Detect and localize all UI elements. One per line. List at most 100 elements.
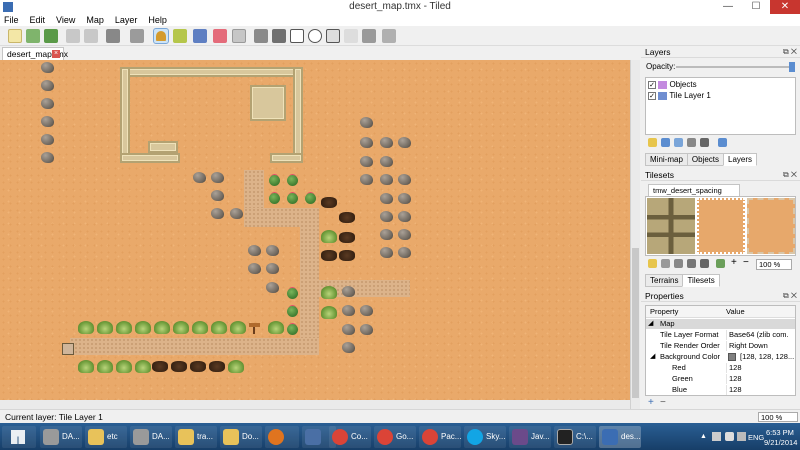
tab-mini-map[interactable]: Mini-map bbox=[645, 153, 688, 166]
maximize-button[interactable]: ☐ bbox=[746, 0, 766, 14]
tileset-zoom-select[interactable]: 100 % bbox=[756, 259, 792, 270]
add-layer-icon[interactable] bbox=[648, 138, 657, 147]
taskbar-item[interactable]: Sky... bbox=[464, 426, 506, 448]
tileset-view[interactable] bbox=[645, 196, 796, 256]
import-tileset-icon[interactable] bbox=[661, 259, 670, 268]
scroll-thumb[interactable] bbox=[632, 248, 639, 398]
save-icon[interactable] bbox=[44, 29, 58, 43]
minimize-button[interactable]: — bbox=[718, 0, 738, 14]
tileset-tile[interactable] bbox=[647, 198, 695, 254]
opacity-slider-handle[interactable] bbox=[789, 62, 795, 72]
property-row[interactable]: ◢ Background Color [128, 128, 128... bbox=[646, 352, 794, 362]
delete-tileset-icon[interactable] bbox=[700, 259, 709, 268]
collapse-icon[interactable]: ◢ bbox=[648, 319, 653, 329]
delete-layer-icon[interactable] bbox=[700, 138, 709, 147]
new-map-icon[interactable] bbox=[8, 29, 22, 43]
tab-terrains[interactable]: Terrains bbox=[645, 274, 684, 287]
bucket-fill-icon[interactable] bbox=[193, 29, 207, 43]
remove-property-icon[interactable]: − bbox=[660, 397, 666, 408]
panel-float-close-icon[interactable]: ⧉ ✕ bbox=[783, 46, 797, 58]
menu-view[interactable]: View bbox=[56, 14, 75, 26]
taskbar-item[interactable]: Pac... bbox=[419, 426, 461, 448]
close-button[interactable]: ✕ bbox=[770, 0, 800, 14]
add-icon[interactable]: + bbox=[731, 257, 737, 268]
start-button[interactable] bbox=[2, 426, 36, 448]
taskbar-item[interactable]: etc bbox=[85, 426, 127, 448]
layer-row-tile-layer-1[interactable]: ✓ Tile Layer 1 bbox=[648, 91, 711, 101]
export-tileset-icon[interactable] bbox=[674, 259, 683, 268]
visibility-checkbox[interactable]: ✓ bbox=[648, 80, 656, 89]
menu-edit[interactable]: Edit bbox=[30, 14, 46, 26]
open-icon[interactable] bbox=[26, 29, 40, 43]
redo-icon[interactable] bbox=[84, 29, 98, 43]
insert-tile-icon[interactable] bbox=[362, 29, 376, 43]
taskbar-item[interactable] bbox=[265, 426, 299, 448]
select-objects-icon[interactable] bbox=[254, 29, 268, 43]
property-row[interactable]: Blue 128 bbox=[646, 385, 786, 395]
layer-row-objects[interactable]: ✓ Objects bbox=[648, 80, 697, 90]
tileset-tile[interactable] bbox=[747, 198, 795, 254]
taskbar-item[interactable]: Go... bbox=[374, 426, 416, 448]
move-down-icon[interactable] bbox=[674, 138, 683, 147]
language-indicator[interactable]: ENG bbox=[748, 433, 764, 442]
zoom-select[interactable]: 100 % bbox=[758, 412, 798, 422]
power-icon[interactable] bbox=[737, 432, 746, 441]
taskbar-item[interactable]: Jav... bbox=[509, 426, 551, 448]
tileset-properties-icon[interactable] bbox=[687, 259, 696, 268]
visibility-checkbox[interactable]: ✓ bbox=[648, 91, 656, 100]
clock-time[interactable]: 6:53 PM bbox=[766, 428, 794, 437]
tileset-tile[interactable] bbox=[697, 198, 745, 254]
random-mode-icon[interactable] bbox=[106, 29, 120, 43]
vertical-scrollbar[interactable] bbox=[630, 60, 640, 409]
insert-rectangle-icon[interactable] bbox=[290, 29, 304, 43]
stamp-brush-icon[interactable] bbox=[130, 29, 144, 43]
property-row[interactable]: Red 128 bbox=[646, 363, 786, 373]
duplicate-layer-icon[interactable] bbox=[687, 138, 696, 147]
remove-icon[interactable]: − bbox=[743, 257, 749, 268]
map-canvas[interactable] bbox=[0, 60, 630, 409]
taskbar-item[interactable]: DA... bbox=[130, 426, 172, 448]
edit-terrain-icon[interactable] bbox=[716, 259, 725, 268]
insert-ellipse-icon[interactable] bbox=[308, 29, 322, 43]
property-row[interactable]: Tile Render Order Right Down bbox=[646, 341, 786, 351]
property-row[interactable]: Tile Layer Format Base64 (zlib com... bbox=[646, 330, 788, 340]
toggle-others-icon[interactable] bbox=[718, 138, 727, 147]
opacity-slider[interactable] bbox=[676, 66, 792, 68]
menu-map[interactable]: Map bbox=[86, 14, 104, 26]
volume-icon[interactable] bbox=[725, 432, 734, 441]
edit-polygons-icon[interactable] bbox=[272, 29, 286, 43]
eraser-icon[interactable] bbox=[213, 29, 227, 43]
tileset-tab[interactable]: tmw_desert_spacing bbox=[648, 184, 740, 196]
new-tileset-icon[interactable] bbox=[648, 259, 657, 268]
tab-desert-map[interactable]: desert_map.tmx × bbox=[2, 47, 68, 60]
menu-file[interactable]: File bbox=[4, 14, 19, 26]
terrain-brush-icon[interactable] bbox=[173, 29, 187, 43]
color-swatch[interactable] bbox=[728, 353, 736, 361]
taskbar-item[interactable]: C:\... bbox=[554, 426, 596, 448]
collapse-icon[interactable]: ◢ bbox=[650, 352, 655, 362]
undo-icon[interactable] bbox=[66, 29, 80, 43]
panel-float-close-icon[interactable]: ⧉ ✕ bbox=[783, 169, 797, 181]
taskbar-item-tiled[interactable]: des... bbox=[599, 426, 641, 448]
horizontal-scrollbar[interactable] bbox=[0, 400, 630, 409]
insert-polygon-icon[interactable] bbox=[326, 29, 340, 43]
taskbar-item[interactable]: Co... bbox=[329, 426, 371, 448]
tab-objects[interactable]: Objects bbox=[686, 153, 725, 166]
network-icon[interactable] bbox=[712, 432, 721, 441]
insert-image-icon[interactable] bbox=[382, 29, 396, 43]
tab-tilesets[interactable]: Tilesets bbox=[682, 274, 720, 287]
menu-layer[interactable]: Layer bbox=[115, 14, 138, 26]
add-property-icon[interactable]: + bbox=[648, 397, 654, 408]
tray-arrow-icon[interactable]: ▲ bbox=[700, 433, 707, 440]
close-tab-icon[interactable]: × bbox=[52, 50, 60, 58]
panel-float-close-icon[interactable]: ⧉ ✕ bbox=[783, 290, 797, 302]
clock-date[interactable]: 9/21/2014 bbox=[764, 438, 797, 447]
stamp-tool-icon[interactable] bbox=[153, 28, 169, 44]
insert-polyline-icon[interactable] bbox=[344, 29, 358, 43]
taskbar-item[interactable]: Do... bbox=[220, 426, 262, 448]
property-row[interactable]: Green 128 bbox=[646, 374, 786, 384]
move-up-icon[interactable] bbox=[661, 138, 670, 147]
menu-help[interactable]: Help bbox=[148, 14, 167, 26]
object-marker[interactable] bbox=[62, 343, 74, 355]
rect-select-icon[interactable] bbox=[232, 29, 246, 43]
